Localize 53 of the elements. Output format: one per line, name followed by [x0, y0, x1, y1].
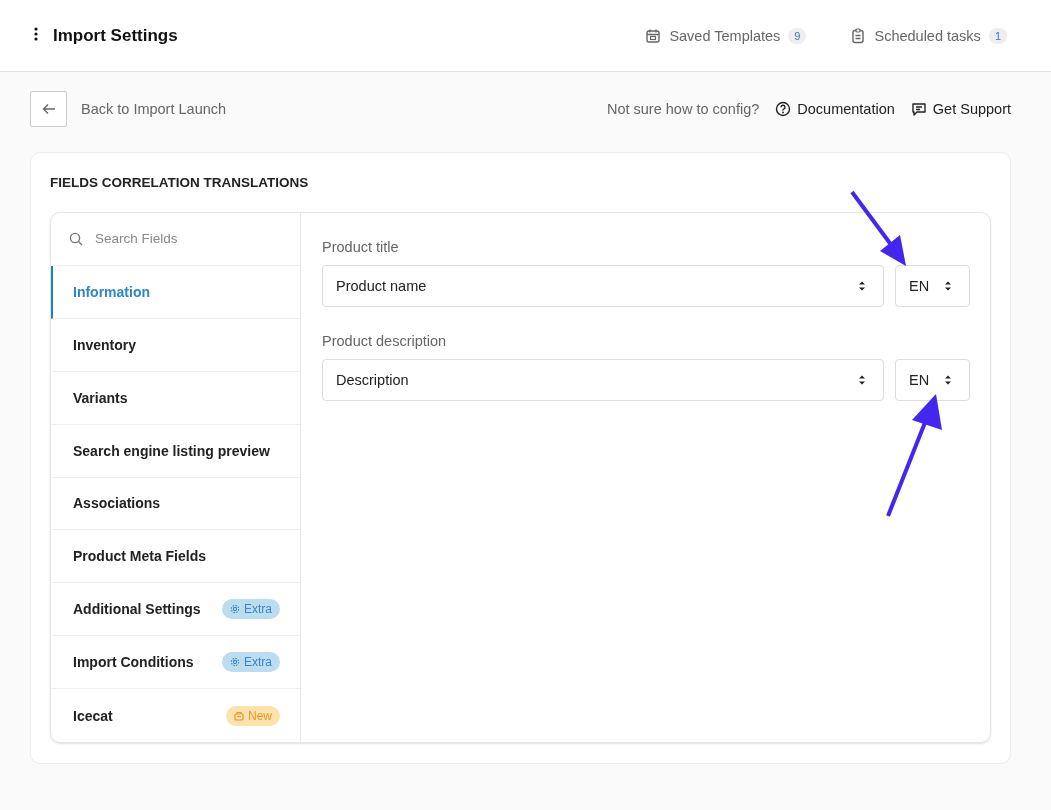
- sidebar-item[interactable]: Information: [51, 265, 300, 319]
- sidebar-item[interactable]: Variants: [51, 371, 300, 425]
- sort-icon: [944, 374, 952, 386]
- sort-icon: [858, 374, 866, 386]
- item-label: Product Meta Fields: [73, 548, 207, 565]
- field-label: Product title: [322, 239, 400, 255]
- sidebar-item[interactable]: Import Conditions Extra: [51, 636, 300, 690]
- count-badge: 9: [788, 27, 807, 44]
- toolbar-link[interactable]: Documentation: [797, 101, 895, 117]
- sidebar-item[interactable]: Search engine listing preview: [51, 424, 300, 478]
- sidebar-item[interactable]: Associations: [51, 477, 300, 531]
- item-label: Inventory: [73, 336, 136, 353]
- sort-icon: [944, 280, 952, 292]
- card-title: FIELDS CORRELATION TRANSLATIONS: [50, 175, 310, 190]
- arrow-left-icon: [41, 103, 56, 115]
- item-label: Search engine listing preview: [73, 442, 270, 459]
- item-label: Variants: [73, 389, 128, 406]
- search-field[interactable]: Search Fields: [93, 230, 273, 248]
- item-label: Associations: [73, 495, 161, 512]
- back-button[interactable]: [30, 91, 67, 127]
- item-label: Additional Settings: [73, 601, 201, 618]
- header-link[interactable]: Scheduled tasks: [874, 27, 981, 44]
- sidebar-item[interactable]: Inventory: [51, 318, 300, 372]
- count-badge: 1: [988, 27, 1007, 44]
- chat-icon: [910, 101, 927, 117]
- item-label: Icecat: [73, 707, 113, 724]
- clipboard-icon: [850, 27, 867, 44]
- sort-icon: [858, 280, 866, 292]
- header-link[interactable]: Saved Templates: [669, 27, 781, 44]
- tag-label: Extra: [244, 655, 272, 670]
- calendar-icon: [645, 27, 662, 44]
- language-select[interactable]: EN: [895, 265, 970, 307]
- help-text: Not sure how to config?: [606, 101, 760, 117]
- menu-icon: [34, 26, 38, 41]
- field-select[interactable]: Description: [322, 359, 884, 401]
- field-label: Product description: [322, 333, 448, 349]
- search-icon: [69, 231, 83, 246]
- item-label: Information: [73, 283, 150, 300]
- toolbar-link[interactable]: Get Support: [932, 101, 1011, 117]
- box-icon: [234, 710, 244, 721]
- back-link[interactable]: Back to Import Launch: [81, 101, 227, 117]
- page-title: Import Settings: [53, 25, 178, 46]
- gear-icon: [230, 604, 240, 615]
- help-icon: [775, 101, 792, 117]
- sidebar-item[interactable]: Icecat New: [51, 689, 300, 742]
- sidebar-item[interactable]: Product Meta Fields: [51, 530, 300, 584]
- field-select[interactable]: Product name: [322, 265, 884, 307]
- tag-label: Extra: [244, 602, 272, 617]
- item-label: Import Conditions: [73, 654, 194, 671]
- tag-label: New: [248, 708, 272, 723]
- language-select[interactable]: EN: [895, 359, 970, 401]
- gear-icon: [230, 657, 240, 668]
- sidebar-item[interactable]: Additional Settings Extra: [51, 583, 300, 637]
